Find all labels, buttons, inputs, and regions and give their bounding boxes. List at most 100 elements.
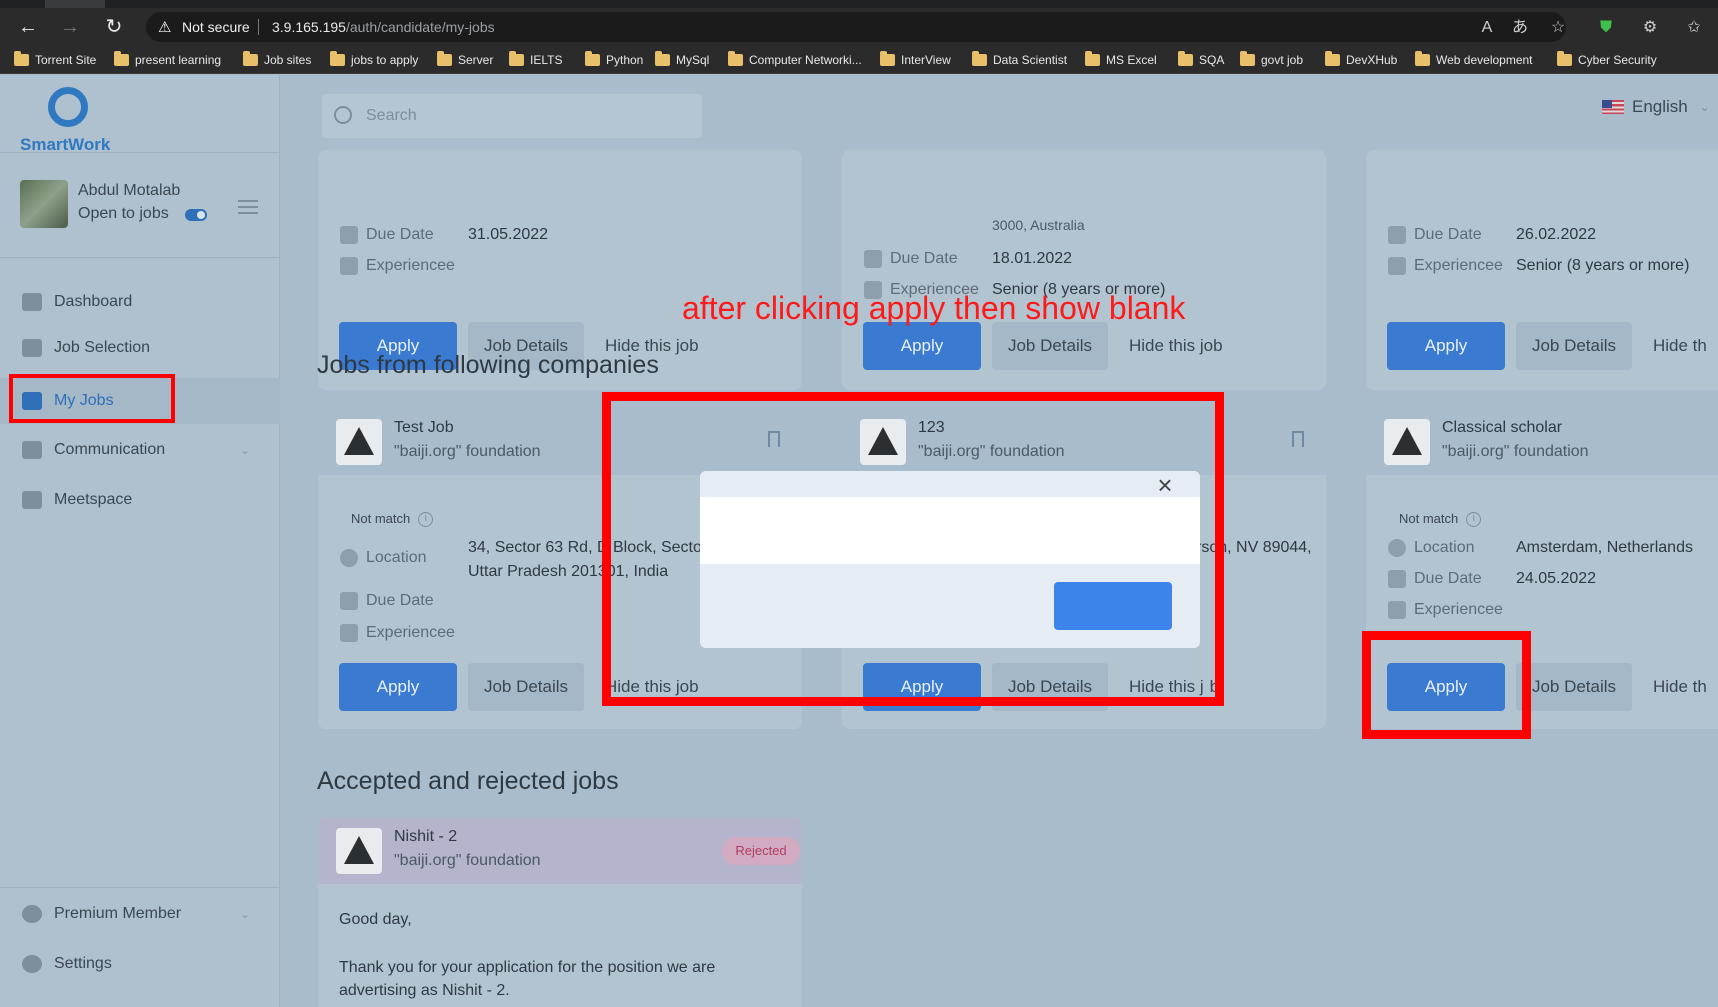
job-details-button[interactable]: Job Details xyxy=(992,322,1108,370)
extensions-icon[interactable]: ⚙ xyxy=(1638,16,1662,40)
annotation-box-apply xyxy=(1362,631,1531,739)
sidebar-item-label: Dashboard xyxy=(54,293,133,310)
bookmark-item[interactable]: Server xyxy=(437,51,493,69)
hide-job-button[interactable]: Hide this job xyxy=(1129,322,1223,370)
sidebar-divider xyxy=(0,887,280,888)
apply-button[interactable]: Apply xyxy=(863,322,981,370)
not-secure-label: Not secure xyxy=(182,19,250,35)
bookmark-label: SQA xyxy=(1199,53,1225,67)
sidebar-item-meetspace[interactable]: Meetspace xyxy=(0,477,280,523)
shield-icon[interactable]: ⛊ xyxy=(1594,16,1618,40)
sidebar-item-communication[interactable]: Communication ⌄ xyxy=(0,427,280,473)
due-date-label: Due Date xyxy=(864,250,958,268)
bookmark-item[interactable]: Cyber Security xyxy=(1557,51,1657,69)
bookmark-label: DevXHub xyxy=(1346,53,1398,67)
favorite-icon[interactable]: ☆ xyxy=(1546,16,1570,40)
bookmark-item[interactable]: govt job xyxy=(1240,51,1303,69)
hide-job-button[interactable]: Hide th xyxy=(1653,663,1707,711)
due-date-label: Due Date xyxy=(340,592,434,610)
bookmark-item[interactable]: jobs to apply xyxy=(330,51,418,69)
folder-icon xyxy=(243,51,258,66)
search-input[interactable]: Search xyxy=(322,94,702,138)
calendar-icon xyxy=(340,592,358,610)
user-status: Open to jobs xyxy=(78,205,169,222)
match-status: Not match i xyxy=(351,511,434,528)
folder-icon xyxy=(728,51,743,66)
sidebar-item-label: Premium Member xyxy=(54,905,182,922)
location-label: Location xyxy=(340,549,427,567)
bookmark-item[interactable]: Job sites xyxy=(243,51,311,69)
bookmark-label: jobs to apply xyxy=(351,53,419,67)
bookmark-label: Computer Networki... xyxy=(749,53,862,67)
job-details-button[interactable]: Job Details xyxy=(468,663,584,711)
folder-icon xyxy=(585,51,600,66)
job-details-button[interactable]: Job Details xyxy=(1516,663,1632,711)
modal-confirm-button[interactable] xyxy=(1054,582,1172,630)
bookmark-item[interactable]: IELTS xyxy=(509,51,562,69)
bookmark-item[interactable]: SQA xyxy=(1178,51,1224,69)
card-header: Nishit - 2 "baiji.org" foundation Reject… xyxy=(318,818,802,884)
company-logo xyxy=(336,828,382,874)
apply-button[interactable]: Apply xyxy=(339,663,457,711)
folder-icon xyxy=(1178,51,1193,66)
favorites-bar-icon[interactable]: ✩ xyxy=(1682,16,1706,40)
job-details-button[interactable]: Job Details xyxy=(1516,322,1632,370)
chevron-down-icon: ⌄ xyxy=(1699,100,1710,114)
bookmark-item[interactable]: present learning xyxy=(114,51,221,69)
url-text: 3.9.165.195/auth/candidate/my-jobs xyxy=(272,19,495,35)
calendar-icon xyxy=(864,250,882,268)
warning-icon: ⚠ xyxy=(158,19,172,36)
bookmark-item[interactable]: DevXHub xyxy=(1325,51,1397,69)
reload-icon[interactable]: ↻ xyxy=(100,14,128,40)
browser-tabstrip xyxy=(0,0,1718,8)
folder-icon xyxy=(437,51,452,66)
chevron-down-icon: ⌄ xyxy=(239,907,250,921)
sidebar-item-settings[interactable]: Settings xyxy=(0,941,280,987)
bookmark-item[interactable]: Python xyxy=(585,51,643,69)
bookmark-icon[interactable] xyxy=(1292,431,1304,447)
company-name: "baiji.org" foundation xyxy=(1442,443,1589,460)
read-aloud-icon[interactable]: A xyxy=(1475,16,1499,40)
message-greeting: Good day, xyxy=(339,911,412,928)
address-bar[interactable]: ⚠ Not secure 3.9.165.195/auth/candidate/… xyxy=(146,12,1566,42)
smartwork-logo[interactable]: SmartWork xyxy=(18,87,138,157)
bookmark-item[interactable]: Data Scientist xyxy=(972,51,1067,69)
sidebar-item-premium[interactable]: Premium Member ⌄ xyxy=(0,891,280,937)
folder-icon xyxy=(972,51,987,66)
location-pin-icon xyxy=(340,549,358,567)
url-host: 3.9.165.195 xyxy=(272,19,346,35)
language-selector[interactable]: English ⌄ xyxy=(1602,97,1710,117)
avatar[interactable] xyxy=(20,180,68,228)
bookmark-item[interactable]: Computer Networki... xyxy=(728,51,862,69)
sidebar-item-label: Meetspace xyxy=(54,491,133,508)
sidebar-item-job-selection[interactable]: Job Selection xyxy=(0,325,280,371)
bookmark-item[interactable]: MS Excel xyxy=(1085,51,1157,69)
back-icon[interactable]: ← xyxy=(14,14,42,40)
bookmark-item[interactable]: Torrent Site xyxy=(14,51,96,69)
sidebar-item-label: Job Selection xyxy=(54,339,151,356)
bookmark-item[interactable]: InterView xyxy=(880,51,951,69)
browser-tab[interactable] xyxy=(45,0,105,8)
hamburger-icon[interactable] xyxy=(238,200,258,214)
close-icon[interactable]: × xyxy=(1154,472,1176,498)
translate-icon[interactable]: あ xyxy=(1508,16,1532,40)
browser-toolbar: ← → ↻ ⚠ Not secure 3.9.165.195/auth/cand… xyxy=(0,8,1718,46)
bookmark-label: present learning xyxy=(135,53,222,67)
forward-icon[interactable]: → xyxy=(56,14,84,40)
info-icon[interactable]: i xyxy=(1466,512,1482,528)
bookmark-label: Job sites xyxy=(264,53,312,67)
hide-job-button[interactable]: Hide th xyxy=(1653,322,1707,370)
message-line: advertising as Nishit - 2. xyxy=(339,982,510,999)
location-value-partial: 3000, Australia xyxy=(992,217,1085,233)
apply-button[interactable]: Apply xyxy=(1387,322,1505,370)
apply-modal: × xyxy=(700,471,1200,648)
sidebar-item-dashboard[interactable]: Dashboard xyxy=(0,279,280,325)
due-date-label: Due Date xyxy=(1388,226,1482,244)
company-name: "baiji.org" foundation xyxy=(394,443,541,460)
bookmark-item[interactable]: MySql xyxy=(655,51,709,69)
open-to-jobs-toggle[interactable] xyxy=(185,209,207,221)
folder-icon xyxy=(1240,51,1255,66)
bookmark-item[interactable]: Web development xyxy=(1415,51,1533,69)
calendar-icon xyxy=(1388,570,1406,588)
info-icon[interactable]: i xyxy=(418,512,434,528)
